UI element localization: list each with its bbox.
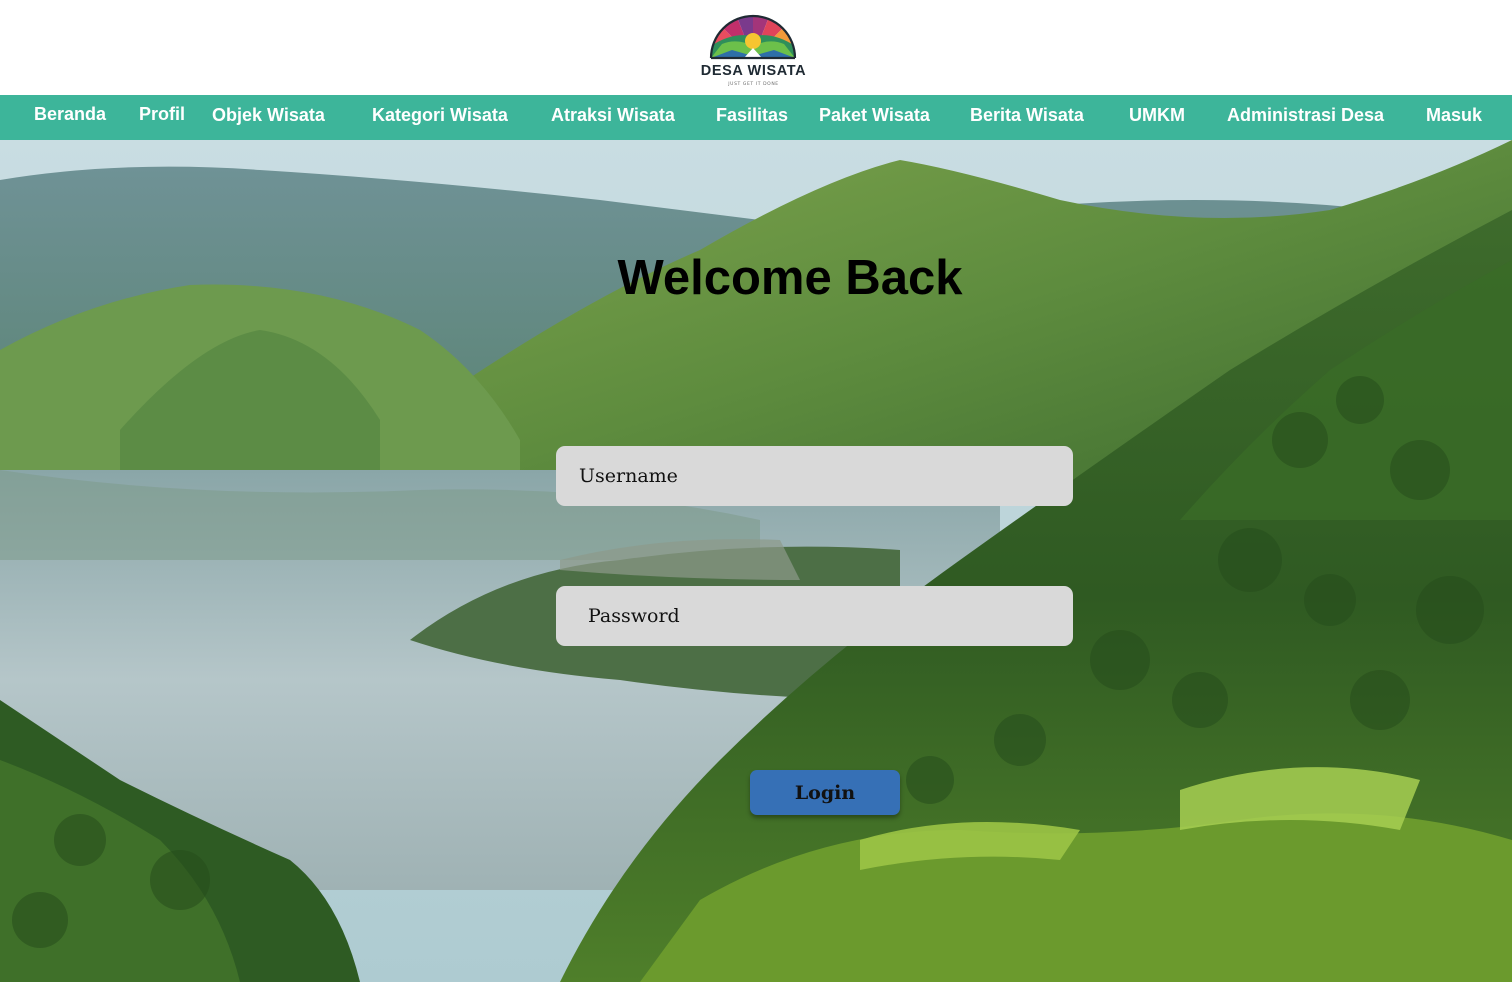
brand-name: DESA WISATA (700, 63, 807, 79)
rainbow-sun-icon (709, 14, 797, 60)
username-input[interactable] (556, 446, 1073, 506)
nav-item-administrasi-desa[interactable]: Administrasi Desa (1227, 95, 1384, 140)
nav-item-masuk[interactable]: Masuk (1426, 95, 1482, 140)
nav-item-berita-wisata[interactable]: Berita Wisata (970, 95, 1084, 140)
site-header: DESA WISATA JUST GET IT DONE (0, 0, 1512, 95)
hero-section: Welcome Back Login (0, 140, 1512, 982)
nav-item-objek-wisata[interactable]: Objek Wisata (212, 95, 325, 140)
brand-logo[interactable]: DESA WISATA JUST GET IT DONE (682, 10, 825, 93)
nav-item-kategori-wisata[interactable]: Kategori Wisata (372, 95, 508, 140)
nav-item-paket-wisata[interactable]: Paket Wisata (819, 95, 930, 140)
password-input[interactable] (556, 586, 1073, 646)
nav-item-profil[interactable]: Profil (139, 95, 185, 140)
main-navbar: Beranda Profil Objek Wisata Kategori Wis… (0, 95, 1512, 140)
nav-item-atraksi-wisata[interactable]: Atraksi Wisata (551, 95, 675, 140)
login-button[interactable]: Login (750, 770, 900, 815)
welcome-heading: Welcome Back (617, 251, 963, 305)
brand-tagline: JUST GET IT DONE (728, 82, 779, 87)
nav-item-fasilitas[interactable]: Fasilitas (716, 95, 788, 140)
nav-item-umkm[interactable]: UMKM (1129, 95, 1185, 140)
nav-item-beranda[interactable]: Beranda (34, 95, 106, 140)
